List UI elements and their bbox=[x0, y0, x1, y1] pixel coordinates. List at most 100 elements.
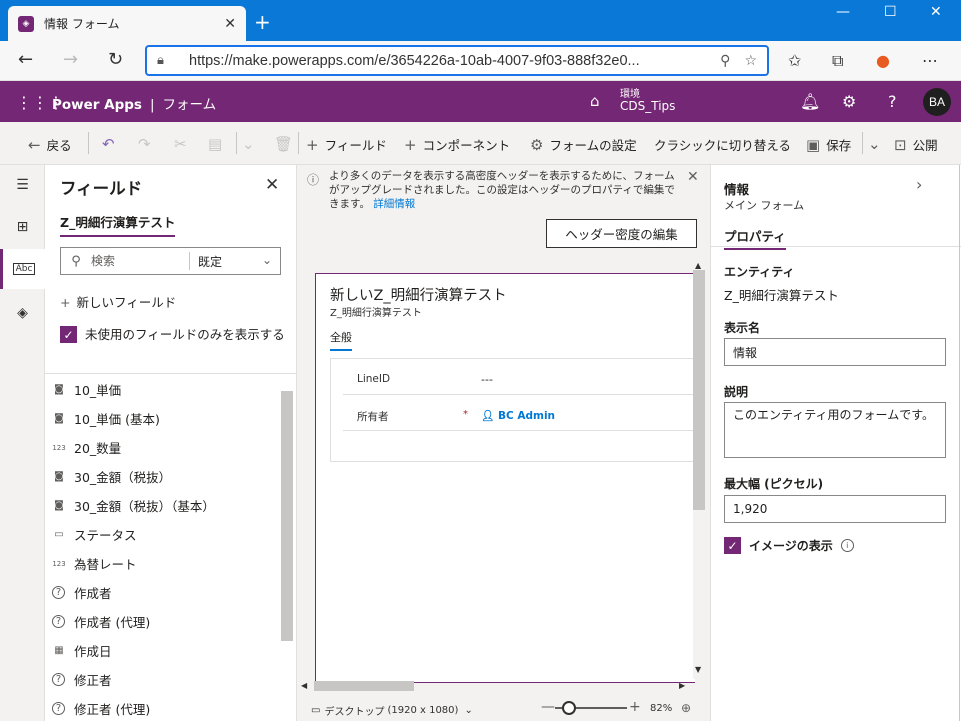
canvas-horizontal-scroll-thumb[interactable] bbox=[314, 681, 414, 691]
currency-icon: ◙ bbox=[54, 471, 64, 482]
tab-general[interactable]: 全般 bbox=[330, 329, 352, 351]
zoom-icon[interactable]: ⚲ bbox=[720, 53, 730, 69]
chevron-right-icon[interactable]: › bbox=[916, 175, 922, 194]
url-field[interactable]: 🔒︎ https://make.powerapps.com/e/3654226a… bbox=[145, 45, 769, 76]
publish-button[interactable]: ⊡ 公開 bbox=[894, 135, 938, 154]
cut-button[interactable]: ✂ bbox=[174, 135, 193, 153]
save-button[interactable]: ▣ 保存 bbox=[806, 135, 851, 154]
delete-button[interactable]: 🗑︎ bbox=[274, 135, 299, 153]
unused-only-label: 未使用のフィールドのみを表示する bbox=[85, 327, 285, 342]
new-field-button[interactable]: + 新しいフィールド bbox=[60, 292, 176, 311]
extension-icon[interactable]: ● bbox=[876, 51, 890, 70]
zoom-slider-knob[interactable] bbox=[562, 701, 577, 715]
fit-to-screen-icon[interactable]: ⊕ bbox=[681, 701, 691, 715]
form-section[interactable]: LineID --- 所有者 * 👤︎ BC Admin bbox=[330, 358, 695, 462]
add-field-label: フィールド bbox=[324, 138, 387, 153]
help-icon[interactable]: ? bbox=[888, 92, 897, 111]
info-icon[interactable]: i bbox=[840, 539, 854, 552]
field-list-item[interactable]: ▦ 作成日 bbox=[45, 636, 281, 665]
form-preview[interactable]: 新しいZ_明細行演算テスト Z_明細行演算テスト 全般 LineID --- 所… bbox=[315, 273, 695, 683]
scroll-right-icon[interactable]: ▶ bbox=[679, 681, 685, 690]
zoom-slider[interactable] bbox=[555, 701, 627, 715]
form-row-owner[interactable]: 所有者 * 👤︎ BC Admin bbox=[343, 395, 695, 431]
field-list-item[interactable]: ? 作成者 (代理) bbox=[45, 607, 281, 636]
field-list-item[interactable]: ▭ ステータス bbox=[45, 520, 281, 549]
forward-arrow-icon[interactable]: → bbox=[63, 49, 78, 70]
refresh-icon[interactable]: ↻ bbox=[108, 49, 123, 70]
field-list-item[interactable]: ◙ 10_単価 bbox=[45, 375, 281, 404]
zoom-out-icon[interactable]: — bbox=[541, 699, 555, 715]
settings-gear-icon[interactable]: ⚙ bbox=[842, 92, 856, 111]
field-list-scrollbar[interactable] bbox=[281, 391, 293, 641]
max-width-label: 最大幅 (ピクセル) bbox=[724, 477, 824, 491]
new-tab-icon[interactable]: + bbox=[254, 10, 271, 34]
minimize-icon[interactable]: — bbox=[836, 4, 850, 20]
app-name[interactable]: Power Apps bbox=[52, 97, 142, 113]
calendar-icon: ▦ bbox=[54, 645, 64, 656]
field-list-item-label: 作成日 bbox=[74, 644, 112, 659]
field-list-item[interactable]: ◙ 30_金額（税抜） bbox=[45, 462, 281, 491]
form-row-lineid[interactable]: LineID --- bbox=[343, 359, 695, 395]
checkmark-icon[interactable]: ✓ bbox=[60, 326, 77, 343]
canvas-vertical-scroll-thumb[interactable] bbox=[693, 270, 705, 510]
tab-close-icon[interactable]: ✕ bbox=[224, 16, 236, 32]
collections-icon[interactable]: ⧉ bbox=[832, 51, 843, 71]
window-close-icon[interactable]: ✕ bbox=[930, 4, 942, 20]
browser-tab[interactable]: ◈ 情報 フォーム ✕ bbox=[8, 6, 246, 41]
components-icon[interactable]: ⊞ bbox=[0, 207, 45, 247]
field-list-item[interactable]: ◙ 10_単価 (基本) bbox=[45, 404, 281, 433]
favorites-icon[interactable]: ✩ bbox=[788, 51, 801, 70]
environment-icon[interactable]: ⌂ bbox=[590, 92, 600, 110]
field-list-item[interactable]: ? 修正者 (代理) bbox=[45, 694, 281, 721]
undo-button[interactable]: ↶ bbox=[102, 135, 121, 153]
zoom-in-icon[interactable]: + bbox=[629, 699, 641, 715]
scroll-up-icon[interactable]: ▲ bbox=[695, 261, 701, 270]
url-text[interactable]: https://make.powerapps.com/e/3654226a-10… bbox=[189, 53, 706, 69]
maximize-icon[interactable]: ☐ bbox=[884, 4, 897, 20]
edit-header-density-button[interactable]: ヘッダー密度の編集 bbox=[546, 219, 697, 248]
hamburger-menu-icon[interactable]: ☰ bbox=[0, 165, 45, 205]
back-arrow-icon[interactable]: ← bbox=[18, 49, 33, 70]
paste-dropdown-button[interactable]: ⌄ bbox=[242, 135, 261, 153]
undo-icon: ↶ bbox=[102, 135, 115, 153]
scroll-down-icon[interactable]: ▼ bbox=[695, 665, 701, 674]
paste-button[interactable]: ▤ bbox=[208, 135, 228, 153]
banner-close-icon[interactable]: ✕ bbox=[687, 169, 699, 185]
avatar[interactable]: BA bbox=[923, 88, 951, 116]
more-menu-icon[interactable]: ⋯ bbox=[922, 51, 938, 70]
checkmark-icon[interactable]: ✓ bbox=[724, 537, 741, 554]
field-list-item[interactable]: 123 20_数量 bbox=[45, 433, 281, 462]
display-name-field[interactable] bbox=[724, 338, 946, 366]
notification-bell-icon[interactable]: 🔔︎ bbox=[800, 92, 820, 111]
layers-icon[interactable]: ◈ bbox=[0, 293, 45, 333]
scroll-left-icon[interactable]: ◀ bbox=[301, 681, 307, 690]
search-input[interactable] bbox=[91, 254, 189, 268]
save-dropdown-button[interactable]: ⌄ bbox=[868, 135, 887, 153]
redo-button[interactable]: ↷ bbox=[138, 135, 157, 153]
add-field-button[interactable]: + フィールド bbox=[306, 135, 387, 154]
favorite-star-icon[interactable]: ☆ bbox=[744, 53, 757, 69]
form-settings-button[interactable]: ⚙ フォームの設定 bbox=[530, 135, 637, 154]
learn-more-link[interactable]: 詳細情報 bbox=[373, 198, 415, 210]
entity-pivot[interactable]: Z_明細行演算テスト bbox=[60, 212, 176, 237]
switch-classic-button[interactable]: クラシックに切り替える bbox=[654, 135, 791, 154]
max-width-field[interactable] bbox=[724, 495, 946, 523]
owner-lookup[interactable]: 👤︎ BC Admin bbox=[481, 409, 555, 422]
field-list-item-label: 30_金額（税抜） bbox=[74, 470, 172, 485]
unused-only-checkbox[interactable]: ✓ 未使用のフィールドのみを表示する bbox=[60, 326, 285, 343]
back-button[interactable]: ← 戻る bbox=[28, 135, 72, 154]
device-selector[interactable]: ▭ デスクトップ (1920 x 1080) ⌄ bbox=[311, 703, 473, 718]
show-image-checkbox[interactable]: ✓ イメージの表示 i bbox=[724, 537, 854, 554]
add-component-button[interactable]: + コンポーネント bbox=[404, 135, 510, 154]
filter-dropdown[interactable]: 既定 ⌄ bbox=[190, 253, 280, 270]
field-list-item[interactable]: ◙ 30_金額（税抜）（基本） bbox=[45, 491, 281, 520]
fields-panel: フィールド ✕ Z_明細行演算テスト ⚲ 既定 ⌄ + 新しいフィールド ✓ 未使用… bbox=[45, 165, 297, 721]
close-icon[interactable]: ✕ bbox=[265, 175, 279, 195]
field-list-item[interactable]: ? 修正者 bbox=[45, 665, 281, 694]
field-list-item[interactable]: 123 為替レート bbox=[45, 549, 281, 578]
field-list-item-label: 修正者 (代理) bbox=[74, 702, 151, 717]
environment-name[interactable]: CDS_Tips bbox=[620, 99, 675, 113]
field-list-item[interactable]: ? 作成者 bbox=[45, 578, 281, 607]
description-field[interactable]: このエンティティ用のフォームです。 bbox=[724, 402, 946, 458]
fields-icon[interactable]: Abc bbox=[0, 249, 45, 289]
